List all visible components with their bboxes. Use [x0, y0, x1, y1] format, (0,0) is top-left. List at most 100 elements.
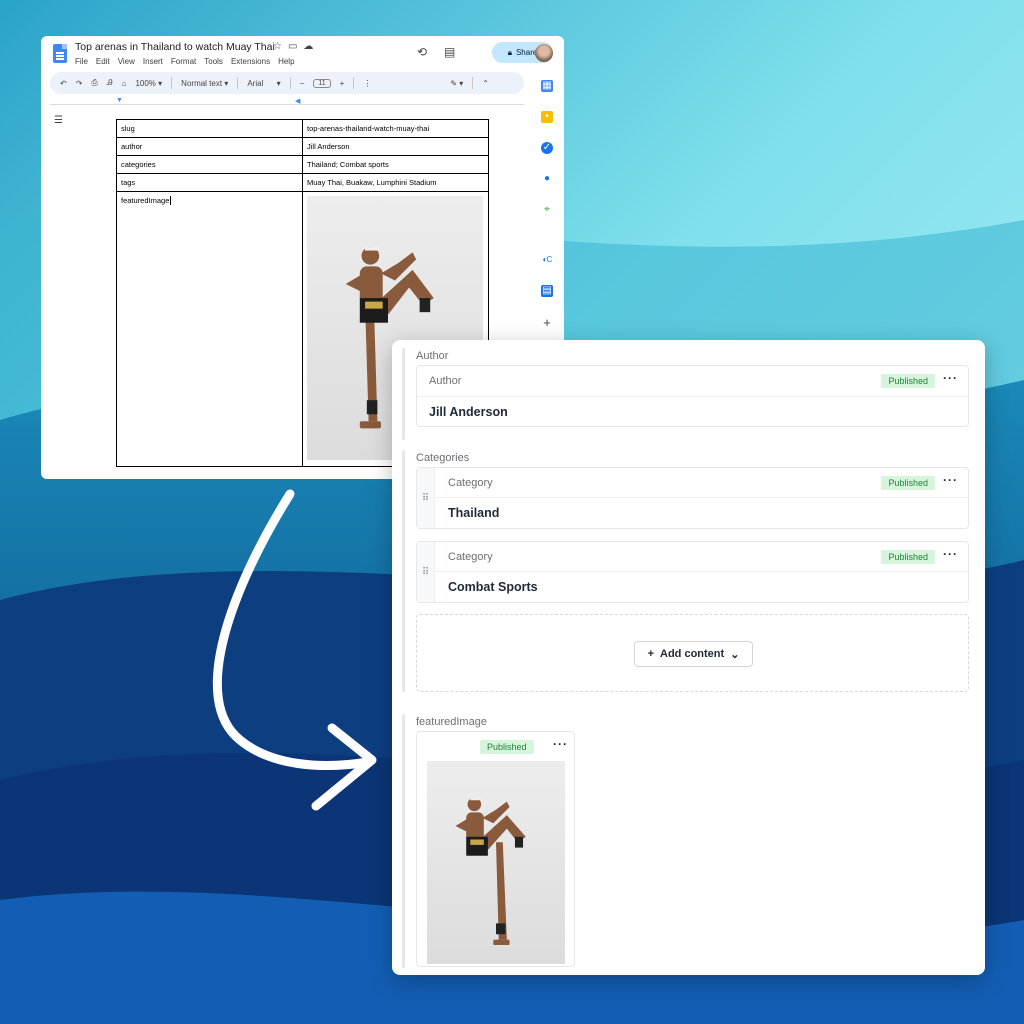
- tasks-icon[interactable]: ✓: [541, 142, 553, 154]
- author-reference-card[interactable]: Author Published ··· Jill Anderson: [416, 365, 969, 427]
- text-cursor: [170, 196, 172, 205]
- undo-icon[interactable]: ↶: [60, 79, 67, 88]
- print-icon[interactable]: ⎙: [91, 78, 97, 88]
- table-cell[interactable]: Thailand; Combat sports: [302, 155, 489, 174]
- docs-toolbar: ↶ ↷ ⎙ Ꭿ ⌂ 100% ▾ Normal text ▾ Arial ▾ −…: [50, 72, 524, 94]
- toolbar-divider: [289, 77, 291, 89]
- category-reference-card[interactable]: ⠿ Category Published ··· Combat Sports: [416, 541, 969, 603]
- add-content-button[interactable]: + Add content ⌄: [634, 641, 753, 667]
- table-cell[interactable]: slug: [116, 119, 303, 138]
- reference-type: Category: [448, 551, 493, 563]
- addon-icon[interactable]: ◖C: [541, 254, 553, 266]
- table-row: tags Muay Thai, Buakaw, Lumphini Stadium: [116, 173, 489, 192]
- table-cell[interactable]: Jill Anderson: [302, 137, 489, 156]
- add-content-label: Add content: [660, 648, 725, 660]
- flow-arrow: [212, 489, 377, 811]
- status-badge: Published: [881, 476, 935, 490]
- font-select[interactable]: Arial ▾: [247, 79, 280, 88]
- menu-file[interactable]: File: [75, 57, 88, 66]
- more-options-icon[interactable]: ···: [553, 738, 568, 750]
- collapse-icon[interactable]: ⌃: [482, 79, 489, 88]
- menu-bar: File Edit View Insert Format Tools Exten…: [75, 57, 295, 66]
- toolbar-divider: [171, 77, 173, 89]
- card-divider: [435, 571, 968, 572]
- docs-logo-icon[interactable]: [53, 44, 67, 63]
- table-row: categories Thailand; Combat sports: [116, 155, 489, 174]
- comment-icon[interactable]: ▤: [444, 45, 455, 59]
- status-badge: Published: [480, 740, 534, 754]
- menu-format[interactable]: Format: [171, 57, 196, 66]
- table-cell[interactable]: featuredImage: [116, 191, 303, 467]
- left-indent-marker[interactable]: ▼: [116, 97, 123, 104]
- font-size-input[interactable]: 11: [313, 78, 331, 88]
- outline-icon[interactable]: ☰: [54, 115, 63, 126]
- avatar[interactable]: [535, 44, 553, 62]
- drag-handle-icon[interactable]: ⠿: [417, 468, 435, 528]
- menu-help[interactable]: Help: [278, 57, 294, 66]
- drag-handle-icon[interactable]: ⠿: [417, 542, 435, 602]
- reference-name: Jill Anderson: [429, 405, 508, 419]
- featured-image-card[interactable]: Published ···: [416, 731, 575, 967]
- document-title[interactable]: Top arenas in Thailand to watch Muay Tha…: [75, 41, 275, 53]
- menu-tools[interactable]: Tools: [204, 57, 223, 66]
- keep-icon[interactable]: •: [541, 111, 553, 123]
- menu-view[interactable]: View: [118, 57, 135, 66]
- title-actions: ☆ ▭ ☁: [273, 41, 313, 52]
- paint-format-icon[interactable]: ⌂: [122, 79, 127, 88]
- table-cell[interactable]: author: [116, 137, 303, 156]
- featured-image-key: featuredImage: [121, 196, 170, 205]
- menu-insert[interactable]: Insert: [143, 57, 163, 66]
- star-icon[interactable]: ☆: [273, 41, 282, 52]
- reference-name: Thailand: [448, 506, 500, 520]
- category-reference-card[interactable]: ⠿ Category Published ··· Thailand: [416, 467, 969, 529]
- toolbar-divider: [353, 77, 355, 89]
- plus-icon: +: [647, 648, 655, 660]
- menu-edit[interactable]: Edit: [96, 57, 110, 66]
- table-cell[interactable]: top-arenas-thailand-watch-muay-thai: [302, 119, 489, 138]
- decrease-font-icon[interactable]: −: [300, 79, 305, 88]
- table-row: slug top-arenas-thailand-watch-muay-thai: [116, 119, 489, 138]
- contacts-icon[interactable]: ●: [541, 173, 553, 185]
- ruler: [50, 104, 524, 105]
- section-bar: [402, 348, 405, 440]
- table-cell[interactable]: tags: [116, 173, 303, 192]
- card-divider: [417, 396, 968, 397]
- more-options-icon[interactable]: ···: [943, 548, 958, 560]
- zoom-select[interactable]: 100% ▾: [135, 79, 162, 88]
- toolbar-divider: [237, 77, 239, 89]
- featured-image-section-label: featuredImage: [416, 716, 487, 728]
- section-bar: [402, 450, 405, 692]
- more-options-icon[interactable]: ⋮: [363, 79, 371, 88]
- toolbar-divider: [472, 77, 474, 89]
- maps-icon[interactable]: ⌖: [541, 204, 553, 216]
- table-cell[interactable]: categories: [116, 155, 303, 174]
- table-cell[interactable]: Muay Thai, Buakaw, Lumphini Stadium: [302, 173, 489, 192]
- reference-type: Category: [448, 477, 493, 489]
- reference-name: Combat Sports: [448, 580, 538, 594]
- right-indent-marker[interactable]: ◀: [295, 97, 300, 105]
- add-addon-icon[interactable]: +: [541, 316, 553, 329]
- cloud-icon[interactable]: ☁: [303, 41, 313, 52]
- folder-icon[interactable]: ▭: [288, 41, 297, 52]
- history-icon[interactable]: ⟲: [417, 45, 427, 59]
- style-select[interactable]: Normal text ▾: [181, 79, 228, 88]
- addon-docs-icon[interactable]: ▤: [541, 285, 553, 297]
- section-bar: [402, 714, 405, 968]
- table-row: author Jill Anderson: [116, 137, 489, 156]
- author-section-label: Author: [416, 350, 449, 362]
- categories-section-label: Categories: [416, 452, 470, 464]
- calendar-icon[interactable]: ▦: [541, 80, 553, 92]
- featured-image-thumbnail[interactable]: [427, 761, 565, 964]
- more-options-icon[interactable]: ···: [943, 474, 958, 486]
- status-badge: Published: [881, 374, 935, 388]
- edit-mode-icon[interactable]: ✎ ▾: [450, 79, 463, 88]
- lock-icon: 🔒︎: [507, 47, 512, 57]
- status-badge: Published: [881, 550, 935, 564]
- more-options-icon[interactable]: ···: [943, 372, 958, 384]
- spellcheck-icon[interactable]: Ꭿ: [107, 78, 113, 88]
- redo-icon[interactable]: ↷: [76, 79, 83, 88]
- increase-font-icon[interactable]: +: [340, 79, 345, 88]
- menu-extensions[interactable]: Extensions: [231, 57, 270, 66]
- add-content-dropzone: + Add content ⌄: [416, 614, 969, 692]
- chevron-down-icon: ⌄: [730, 648, 740, 661]
